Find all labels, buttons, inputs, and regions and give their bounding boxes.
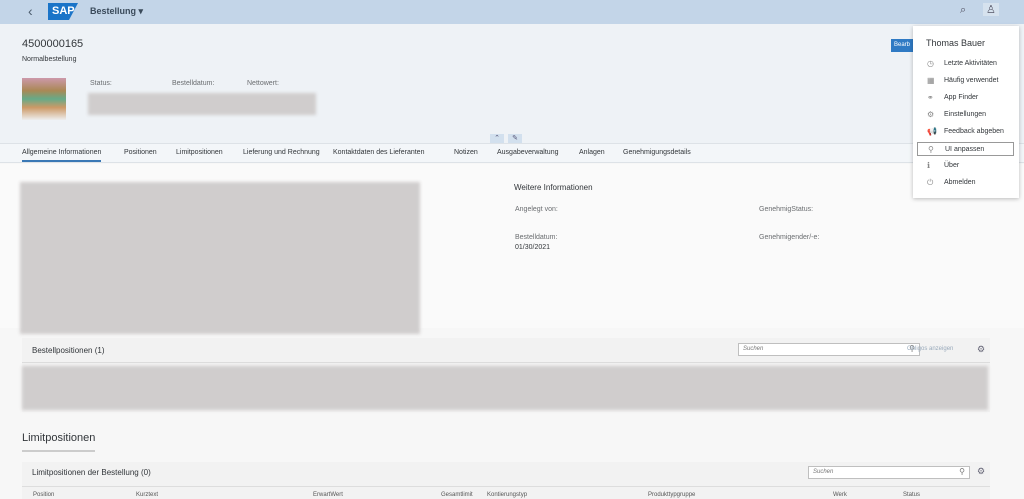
menu-item-label: Einstellungen: [944, 111, 987, 118]
column-header-werk[interactable]: Werk: [833, 492, 847, 498]
menu-item-label: App Finder: [944, 94, 979, 101]
edit-button[interactable]: Bearb: [891, 39, 913, 52]
tab-anlagen[interactable]: Anlagen: [579, 149, 605, 156]
collapse-header-button[interactable]: ⌃: [490, 134, 504, 143]
show-obligo-link[interactable]: Obligos anzeigen: [907, 346, 953, 352]
object-header: 4500000165 Normalbestellung Status: Best…: [0, 24, 1024, 143]
info-icon: ℹ: [927, 161, 931, 170]
search-placeholder: Suchen: [813, 469, 834, 475]
menu-item-label: Letzte Aktivitäten: [944, 60, 997, 67]
column-header-kontierungstyp[interactable]: Kontierungstyp: [487, 492, 527, 498]
sap-logo[interactable]: SAP: [48, 3, 78, 20]
back-icon[interactable]: ‹: [28, 3, 33, 19]
column-header-erwartwert[interactable]: ErwartWert: [313, 492, 343, 498]
order-date-label: Bestelldatum:: [515, 234, 558, 241]
approval-status-label: GenehmigStatus:: [759, 206, 814, 213]
menu-item-label: Über: [944, 162, 960, 169]
order-items-table: Bestellpositionen (1) Suchen ⚲ Obligos an…: [22, 338, 990, 412]
shell-bar: ‹ SAP Bestellung ▾ ⌕ ♙: [0, 0, 1024, 24]
tab-kontaktdaten[interactable]: Kontaktdaten des Lieferanten: [333, 149, 424, 156]
tab-bar: Allgemeine Informationen Positionen Limi…: [0, 143, 1024, 163]
tab-limitpositionen[interactable]: Limitpositionen: [176, 149, 223, 156]
column-header-kurztext[interactable]: Kurztext: [136, 492, 158, 498]
tab-notizen[interactable]: Notizen: [454, 149, 478, 156]
tab-genehmigungsdetails[interactable]: Genehmigungsdetails: [623, 149, 691, 156]
menu-item-label: Häufig verwendet: [944, 77, 999, 84]
order-date-value: 01/30/2021: [515, 244, 551, 251]
divider: [22, 486, 990, 487]
menu-item-adapt-ui[interactable]: ⚲ UI anpassen: [917, 142, 1014, 156]
limit-positions-title: Limitpositionen der Bestellung (0): [32, 468, 151, 477]
app-title-menu[interactable]: Bestellung ▾: [90, 6, 143, 17]
menu-item-label: Feedback abgeben: [944, 128, 1004, 135]
divider: [22, 362, 990, 363]
order-items-title: Bestellpositionen (1): [32, 346, 105, 355]
column-header-produkttypgruppe[interactable]: Produkttypgruppe: [648, 492, 695, 498]
user-menu-popover: Thomas Bauer ◷ Letzte Aktivitäten ▦ Häufig…: [913, 26, 1019, 198]
menu-item-settings[interactable]: ⚙ Einstellungen: [917, 108, 1014, 122]
recent-activities-icon: ◷: [927, 59, 934, 68]
menu-item-frequently-used[interactable]: ▦ Häufig verwendet: [917, 74, 1014, 88]
menu-item-recent-activities[interactable]: ◷ Letzte Aktivitäten: [917, 57, 1014, 71]
search-placeholder: Suchen: [743, 346, 764, 352]
tab-allgemeine-informationen[interactable]: Allgemeine Informationen: [22, 149, 102, 162]
redacted-order-items: [22, 366, 988, 410]
order-items-search[interactable]: Suchen ⚲: [738, 343, 920, 356]
user-icon[interactable]: ♙: [983, 3, 999, 16]
status-label: Status:: [90, 80, 112, 87]
approver-label: Genehmigender/-e:: [759, 234, 820, 241]
frequently-used-icon: ▦: [927, 76, 935, 85]
menu-item-app-finder[interactable]: ⚭ App Finder: [917, 91, 1014, 105]
date-label: Bestelldatum:: [172, 80, 215, 87]
column-header-status[interactable]: Status: [903, 492, 920, 498]
column-header-position[interactable]: Position: [33, 492, 54, 498]
redacted-header-values: [88, 93, 316, 115]
tab-positionen[interactable]: Positionen: [124, 149, 157, 156]
menu-item-label: UI anpassen: [945, 146, 985, 153]
menu-item-about[interactable]: ℹ Über: [917, 159, 1014, 173]
menu-item-feedback[interactable]: 📢 Feedback abgeben: [917, 125, 1014, 139]
menu-item-label: Abmelden: [944, 179, 976, 186]
tab-ausgabeverwaltung[interactable]: Ausgabeverwaltung: [497, 149, 559, 156]
pin-header-button[interactable]: ✎: [508, 134, 522, 143]
wrench-icon: ⚲: [928, 145, 934, 154]
redacted-general-info: [20, 182, 420, 334]
more-info-title: Weitere Informationen: [514, 183, 593, 192]
megaphone-icon: 📢: [927, 127, 937, 136]
settings-icon[interactable]: ⚙: [977, 344, 985, 355]
order-number: 4500000165: [22, 38, 84, 50]
limit-positions-search[interactable]: Suchen ⚲: [808, 466, 970, 479]
product-image: [22, 78, 66, 120]
search-icon[interactable]: ⌕: [960, 4, 966, 17]
search-icon[interactable]: ⚲: [959, 467, 965, 476]
created-by-label: Angelegt von:: [515, 206, 558, 213]
tab-lieferung-und-rechnung[interactable]: Lieferung und Rechnung: [243, 149, 320, 156]
general-info-section: Weitere Informationen Angelegt von: Gene…: [0, 164, 1024, 334]
settings-icon[interactable]: ⚙: [977, 466, 985, 477]
user-name: Thomas Bauer: [926, 38, 986, 48]
menu-item-sign-out[interactable]: ⏻ Abmelden: [917, 176, 1014, 190]
column-header-gesamtlimit[interactable]: Gesamtlimit: [441, 492, 473, 498]
limit-positions-section-title: Limitpositionen: [22, 432, 96, 452]
net-value-label: Nettowert:: [247, 80, 279, 87]
power-icon: ⏻: [927, 178, 934, 187]
binoculars-icon: ⚭: [927, 93, 934, 102]
gear-icon: ⚙: [927, 110, 935, 119]
order-type: Normalbestellung: [22, 56, 77, 63]
